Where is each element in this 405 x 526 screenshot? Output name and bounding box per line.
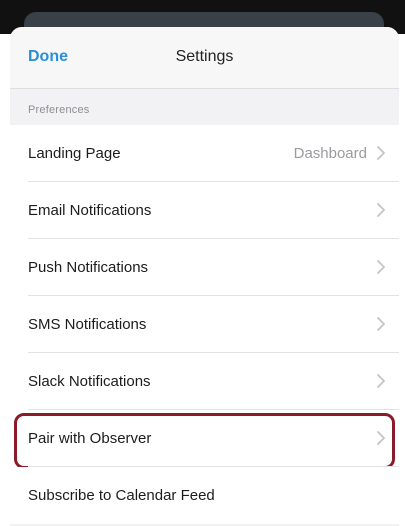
row-sms-notifications[interactable]: SMS Notifications xyxy=(10,296,399,353)
page-title: Settings xyxy=(175,48,234,65)
row-label: SMS Notifications xyxy=(28,316,147,333)
row-label: Pair with Observer xyxy=(28,430,152,447)
row-value: Dashboard xyxy=(293,145,367,162)
settings-list: Landing Page Dashboard Email Notificatio… xyxy=(10,125,399,524)
row-label: Subscribe to Calendar Feed xyxy=(28,487,215,504)
row-subscribe-calendar-feed[interactable]: Subscribe to Calendar Feed xyxy=(10,467,399,524)
settings-sheet: Done Settings Preferences Landing Page D… xyxy=(10,27,399,526)
chevron-right-icon xyxy=(377,260,385,274)
row-label: Landing Page xyxy=(28,145,121,162)
navigation-bar: Done Settings xyxy=(10,27,399,89)
row-label: Push Notifications xyxy=(28,259,149,276)
row-email-notifications[interactable]: Email Notifications xyxy=(10,182,399,239)
chevron-right-icon xyxy=(377,146,385,160)
row-label: Slack Notifications xyxy=(28,373,151,390)
row-pair-with-observer[interactable]: Pair with Observer xyxy=(10,410,399,469)
section-header-preferences: Preferences xyxy=(28,104,90,116)
chevron-right-icon xyxy=(377,317,385,331)
chevron-right-icon xyxy=(377,431,385,445)
row-slack-notifications[interactable]: Slack Notifications xyxy=(10,353,399,410)
row-push-notifications[interactable]: Push Notifications xyxy=(10,239,399,296)
row-label: Email Notifications xyxy=(28,202,152,219)
chevron-right-icon xyxy=(377,203,385,217)
chevron-right-icon xyxy=(377,374,385,388)
row-landing-page[interactable]: Landing Page Dashboard xyxy=(10,125,399,182)
